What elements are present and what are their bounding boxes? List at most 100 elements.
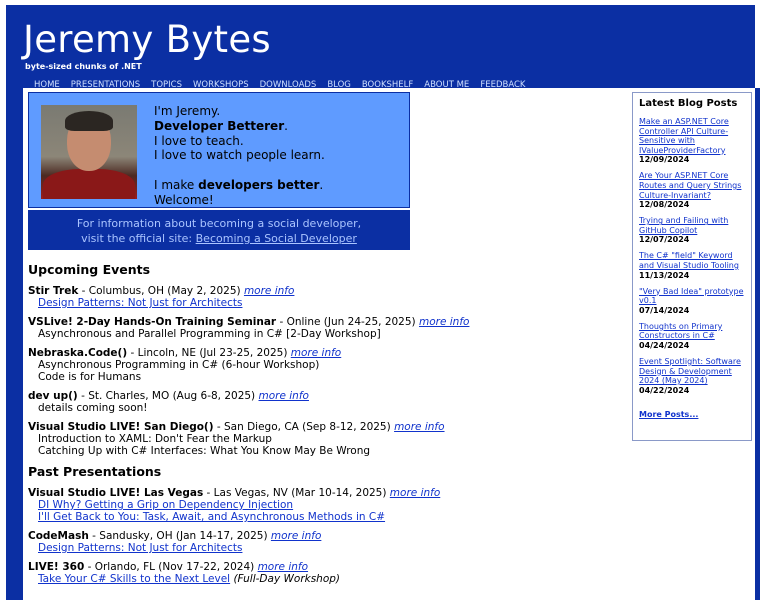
blog-post-date: 12/07/2024	[639, 235, 690, 245]
blog-post: Are Your ASP.NET Core Routes and Query S…	[639, 171, 745, 210]
blog-post-list: Make an ASP.NET Core Controller API Cult…	[639, 117, 745, 396]
event-entry: Visual Studio LIVE! Las Vegas - Las Vega…	[28, 487, 628, 523]
event-session: Code is for Humans	[28, 371, 628, 383]
event-header: LIVE! 360 - Orlando, FL (Nov 17-22, 2024…	[28, 561, 628, 573]
nav-item-workshops[interactable]: WORKSHOPS	[193, 79, 249, 91]
more-info-link[interactable]: more info	[419, 316, 469, 328]
event-header: Nebraska.Code() - Lincoln, NE (Jul 23-25…	[28, 347, 628, 359]
more-info-link[interactable]: more info	[271, 530, 321, 542]
session-link[interactable]: DI Why? Getting a Grip on Dependency Inj…	[38, 499, 293, 511]
blog-post: The C# "field" Keyword and Visual Studio…	[639, 251, 745, 280]
social-developer-link[interactable]: Becoming a Social Developer	[196, 232, 357, 245]
site-tagline: byte-sized chunks of .NET	[25, 62, 142, 71]
event-entry: Stir Trek - Columbus, OH (May 2, 2025) m…	[28, 285, 628, 309]
event-session: DI Why? Getting a Grip on Dependency Inj…	[28, 499, 628, 511]
upcoming-events-list: Stir Trek - Columbus, OH (May 2, 2025) m…	[28, 285, 628, 457]
intro-line: I'm Jeremy.	[154, 104, 221, 118]
event-name: dev up()	[28, 390, 78, 402]
event-entry: LIVE! 360 - Orlando, FL (Nov 17-22, 2024…	[28, 561, 628, 585]
blog-post-link[interactable]: Event Spotlight: Software Design & Devel…	[639, 357, 745, 386]
event-header: Stir Trek - Columbus, OH (May 2, 2025) m…	[28, 285, 628, 297]
blog-post-link[interactable]: "Very Bad Idea" prototype v0.1	[639, 287, 745, 306]
blog-post: Thoughts on Primary Constructors in C# 04…	[639, 322, 745, 351]
blog-post-link[interactable]: The C# "field" Keyword and Visual Studio…	[639, 251, 745, 270]
event-header: VSLive! 2-Day Hands-On Training Seminar …	[28, 316, 628, 328]
session-link[interactable]: Take Your C# Skills to the Next Level	[38, 573, 230, 585]
event-detail: - Sandusky, OH (Jan 14-17, 2025)	[88, 530, 271, 542]
intro-panel: I'm Jeremy. Developer Betterer. I love t…	[28, 92, 410, 208]
event-entry: Visual Studio LIVE! San Diego() - San Di…	[28, 421, 628, 457]
nav-item-downloads[interactable]: DOWNLOADS	[260, 79, 317, 91]
main-content: Upcoming Events Stir Trek - Columbus, OH…	[28, 262, 628, 592]
session-title: Code is for Humans	[38, 371, 142, 383]
site-header: Jeremy Bytes byte-sized chunks of .NET H…	[6, 5, 755, 91]
session-link[interactable]: Design Patterns: Not Just for Architects	[38, 542, 242, 554]
blog-post-date: 04/24/2024	[639, 340, 690, 350]
event-entry: CodeMash - Sandusky, OH (Jan 14-17, 2025…	[28, 530, 628, 554]
event-name: Nebraska.Code()	[28, 347, 128, 359]
nav-item-bookshelf[interactable]: BOOKSHELF	[362, 79, 413, 91]
event-name: VSLive! 2-Day Hands-On Training Seminar	[28, 316, 277, 328]
event-detail: - Orlando, FL (Nov 17-22, 2024)	[84, 561, 258, 573]
event-session: Asynchronous Programming in C# (6-hour W…	[28, 359, 628, 371]
blog-post-date: 07/14/2024	[639, 305, 690, 315]
more-info-link[interactable]: more info	[258, 561, 308, 573]
event-name: Visual Studio LIVE! San Diego()	[28, 421, 214, 433]
event-entry: Nebraska.Code() - Lincoln, NE (Jul 23-25…	[28, 347, 628, 383]
nav-item-topics[interactable]: TOPICS	[151, 79, 182, 91]
intro-line: I love to teach.	[154, 133, 244, 148]
event-session: Catching Up with C# Interfaces: What You…	[28, 445, 628, 457]
blog-post-link[interactable]: Are Your ASP.NET Core Routes and Query S…	[639, 171, 745, 200]
intro-line: I love to watch people learn.	[154, 148, 325, 163]
blog-post-link[interactable]: Make an ASP.NET Core Controller API Cult…	[639, 117, 745, 155]
event-detail: - San Diego, CA (Sep 8-12, 2025)	[213, 421, 395, 433]
blog-post: Make an ASP.NET Core Controller API Cult…	[639, 117, 745, 165]
event-session: I'll Get Back to You: Task, Await, and A…	[28, 511, 628, 523]
intro-line: I make developers better.	[154, 177, 324, 192]
more-info-link[interactable]: more info	[259, 390, 309, 402]
event-name: CodeMash	[28, 530, 89, 542]
blog-post: "Very Bad Idea" prototype v0.1 07/14/2024	[639, 287, 745, 316]
session-title: Asynchronous and Parallel Programming in…	[38, 328, 381, 340]
social-line: visit the official site: Becoming a Soci…	[81, 232, 357, 245]
blog-post-date: 11/13/2024	[639, 270, 690, 280]
event-session: Asynchronous and Parallel Programming in…	[28, 328, 628, 340]
event-name: LIVE! 360	[28, 561, 85, 573]
nav-item-presentations[interactable]: PRESENTATIONS	[71, 79, 140, 91]
nav-item-blog[interactable]: BLOG	[327, 79, 351, 91]
event-entry: VSLive! 2-Day Hands-On Training Seminar …	[28, 316, 628, 340]
site-title[interactable]: Jeremy Bytes	[23, 18, 271, 62]
intro-line: Developer Betterer.	[154, 118, 288, 133]
session-link[interactable]: I'll Get Back to You: Task, Await, and A…	[38, 511, 385, 523]
session-title: Introduction to XAML: Don't Fear the Mar…	[38, 433, 272, 445]
event-detail: - Columbus, OH (May 2, 2025)	[78, 285, 244, 297]
blog-post-date: 12/09/2024	[639, 155, 690, 165]
blog-post-date: 04/22/2024	[639, 385, 690, 395]
right-sidebar-bar	[755, 88, 760, 600]
event-detail: - Online (Jun 24-25, 2025)	[276, 316, 419, 328]
session-link[interactable]: Design Patterns: Not Just for Architects	[38, 297, 242, 309]
nav-item-feedback[interactable]: FEEDBACK	[480, 79, 525, 91]
nav-item-home[interactable]: HOME	[34, 79, 60, 91]
more-info-link[interactable]: more info	[390, 487, 440, 499]
blog-heading: Latest Blog Posts	[639, 98, 738, 109]
more-info-link[interactable]: more info	[244, 285, 294, 297]
blog-post: Event Spotlight: Software Design & Devel…	[639, 357, 745, 396]
more-info-link[interactable]: more info	[394, 421, 444, 433]
nav-item-about-me[interactable]: ABOUT ME	[424, 79, 469, 91]
blog-post-link[interactable]: Trying and Failing with GitHub Copilot	[639, 216, 745, 235]
event-session: Design Patterns: Not Just for Architects	[28, 542, 628, 554]
event-session: Design Patterns: Not Just for Architects	[28, 297, 628, 309]
event-detail: - St. Charles, MO (Aug 6-8, 2025)	[77, 390, 259, 402]
event-name: Visual Studio LIVE! Las Vegas	[28, 487, 204, 499]
event-detail: - Lincoln, NE (Jul 23-25, 2025)	[127, 347, 291, 359]
profile-photo	[41, 105, 137, 199]
more-posts-link[interactable]: More Posts...	[639, 410, 698, 419]
more-info-link[interactable]: more info	[291, 347, 341, 359]
blog-post-link[interactable]: Thoughts on Primary Constructors in C#	[639, 322, 745, 341]
blog-post-date: 12/08/2024	[639, 200, 690, 210]
event-session: Introduction to XAML: Don't Fear the Mar…	[28, 433, 628, 445]
session-title: Catching Up with C# Interfaces: What You…	[38, 445, 371, 457]
event-header: Visual Studio LIVE! San Diego() - San Di…	[28, 421, 628, 433]
event-session: Take Your C# Skills to the Next Level (F…	[28, 573, 628, 585]
